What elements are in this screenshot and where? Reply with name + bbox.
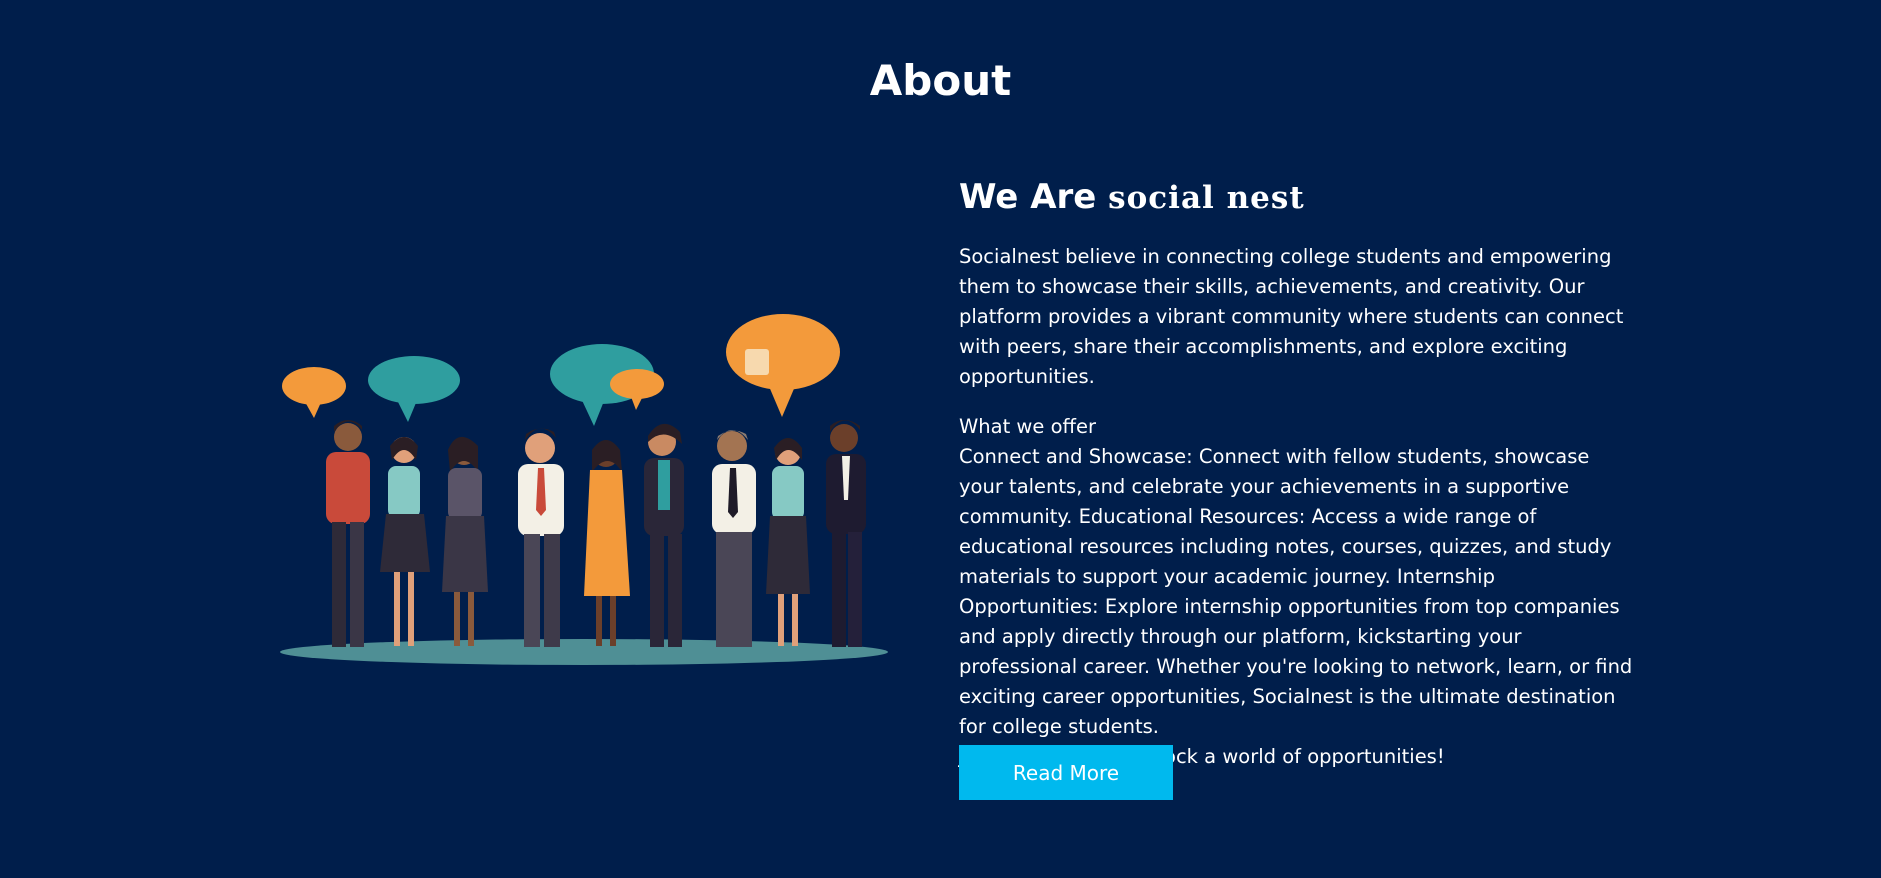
section-title: About xyxy=(869,56,1012,105)
person-5 xyxy=(584,440,630,646)
brand-name: social nest xyxy=(1108,180,1305,216)
person-8 xyxy=(766,438,810,646)
offer-title: What we offer xyxy=(959,415,1096,438)
person-3 xyxy=(442,436,488,646)
heading-prefix: We Are xyxy=(959,177,1097,217)
intro-paragraph: Socialnest believe in connecting college… xyxy=(959,245,1624,388)
about-content: We Are social nest Socialnest believe in… xyxy=(959,175,1639,772)
person-9 xyxy=(826,420,866,647)
offer-text: Connect and Showcase: Connect with fello… xyxy=(959,445,1633,738)
person-4 xyxy=(518,428,564,647)
person-7 xyxy=(712,430,756,647)
person-1 xyxy=(326,420,370,647)
people-talking-illustration xyxy=(280,314,888,665)
speech-bubbles xyxy=(282,314,840,426)
person-2 xyxy=(380,437,430,646)
read-more-button[interactable]: Read More xyxy=(959,745,1173,800)
offer-block: What we offer Connect and Showcase: Conn… xyxy=(959,412,1639,772)
about-heading: We Are social nest xyxy=(959,175,1639,220)
person-6 xyxy=(644,423,684,647)
